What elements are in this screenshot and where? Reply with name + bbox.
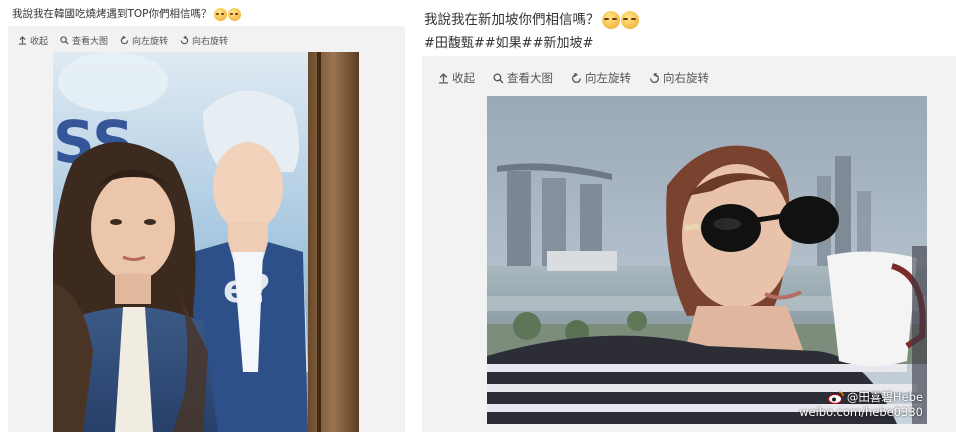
photo-watermark: @田喜碧Hebe weibo.com/hebe0330 <box>799 390 923 420</box>
weibo-logo-icon <box>827 391 844 404</box>
view-large-button[interactable]: 查看大图 <box>493 70 553 86</box>
left-post: 我說我在韓國吃燒烤遇到TOP你們相信嗎？ 收起 查看大图 向左旋转 向右旋转 S… <box>0 0 405 432</box>
magnifier-icon <box>493 72 504 83</box>
rotate-left-icon <box>572 72 582 83</box>
photo-selfie-singapore-icon <box>487 96 927 424</box>
rotate-left-button[interactable]: 向左旋转 <box>571 70 631 86</box>
rotate-right-button[interactable]: 向右旋转 <box>649 70 709 86</box>
rotate-left-button[interactable]: 向左旋转 <box>120 34 168 47</box>
image-card: 收起 查看大图 向左旋转 向右旋转 <box>422 56 956 432</box>
smirk-emoji-icon <box>620 11 639 29</box>
smirk-emoji-icon <box>601 11 620 29</box>
svg-text:e?: e? <box>223 267 271 311</box>
smirk-emoji-icon <box>227 7 241 21</box>
photo-selfie-with-poster-icon: SS e? <box>53 52 359 432</box>
image-toolbar: 收起 查看大图 向左旋转 向右旋转 <box>438 70 709 86</box>
collapse-icon <box>18 36 27 45</box>
rotate-right-button[interactable]: 向右旋转 <box>180 34 228 47</box>
post-caption: 我說我在韓國吃燒烤遇到TOP你們相信嗎？ <box>12 6 241 21</box>
rotate-right-icon <box>180 36 189 45</box>
rotate-right-icon <box>649 72 659 83</box>
right-post: 我說我在新加坡你們相信嗎？ #田馥甄##如果##新加坡# 收起 查看大图 向左旋… <box>414 0 956 432</box>
collapse-button[interactable]: 收起 <box>438 70 475 86</box>
post-caption: 我說我在新加坡你們相信嗎？ <box>424 8 639 29</box>
collapse-icon <box>439 72 448 84</box>
smirk-emoji-icon <box>213 7 227 21</box>
hashtag-line[interactable]: #田馥甄##如果##新加坡# <box>424 32 593 51</box>
view-large-button[interactable]: 查看大图 <box>60 34 108 47</box>
magnifier-icon <box>60 36 69 45</box>
rotate-left-icon <box>120 36 129 45</box>
emoji-group <box>601 11 639 29</box>
post-photo[interactable]: SS e? <box>53 52 359 432</box>
image-toolbar: 收起 查看大图 向左旋转 向右旋转 <box>18 34 228 47</box>
post-photo[interactable]: @田喜碧Hebe weibo.com/hebe0330 <box>487 96 927 424</box>
watermark-handle: @田喜碧Hebe <box>846 390 923 404</box>
watermark-url: weibo.com/hebe0330 <box>799 405 923 419</box>
emoji-group <box>213 7 241 21</box>
collapse-button[interactable]: 收起 <box>18 34 48 47</box>
image-card: 收起 查看大图 向左旋转 向右旋转 <box>8 26 405 432</box>
